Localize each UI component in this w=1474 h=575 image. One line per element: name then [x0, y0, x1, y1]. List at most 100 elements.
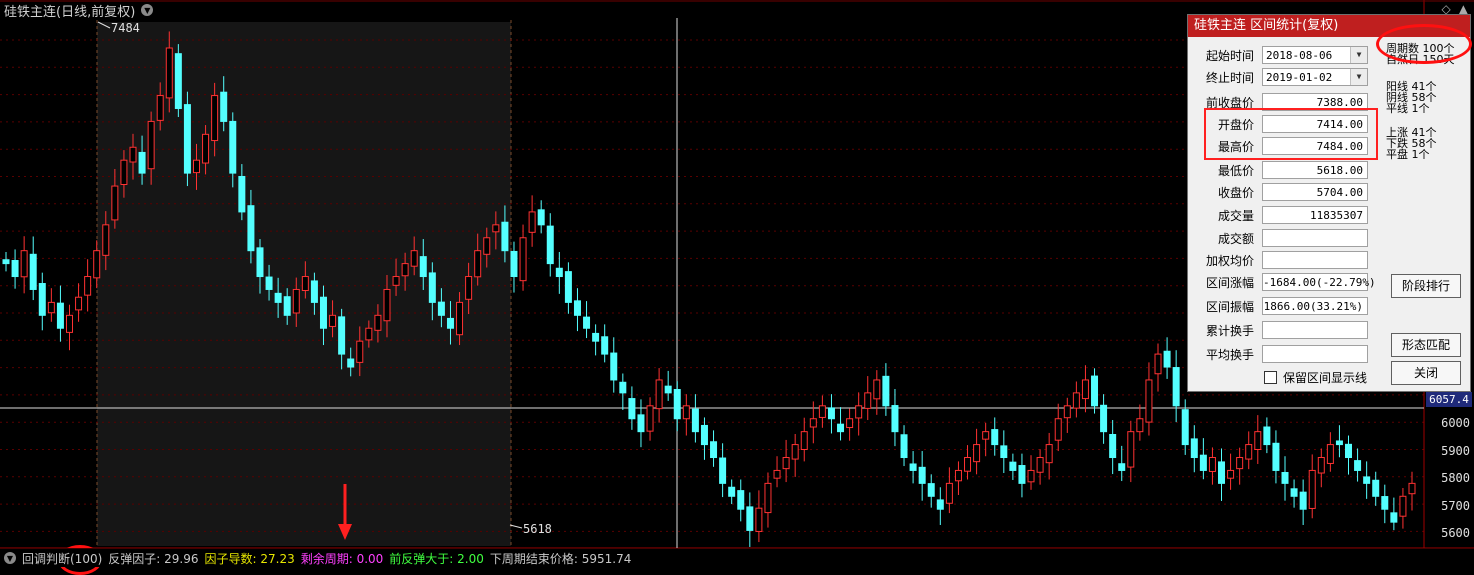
candle-body	[1009, 461, 1017, 471]
high-marker: 7484	[111, 21, 140, 35]
candle-body	[1100, 404, 1108, 433]
candle-body	[555, 267, 563, 278]
candle-body	[1326, 444, 1334, 464]
y-tick-label: 6000	[1441, 416, 1470, 430]
candle-body	[1245, 444, 1253, 460]
y-tick-label: 5800	[1441, 471, 1470, 485]
candle-body	[102, 224, 110, 256]
candle-body	[546, 225, 554, 265]
field-label: 成交额	[1217, 231, 1254, 246]
chart-title-bar: 硅铁主连(日线,前复权) ▼	[0, 0, 154, 20]
chevron-down-icon[interactable]: ▼	[141, 4, 154, 16]
candle-body	[610, 352, 618, 381]
rank-button[interactable]: 阶段排行	[1391, 274, 1461, 298]
candle-body	[664, 385, 672, 394]
candle-body	[129, 146, 137, 163]
field-value-text: 11835307	[1310, 209, 1363, 222]
candle-body	[728, 486, 736, 497]
candle-body	[1272, 442, 1280, 471]
candle-body	[1381, 496, 1389, 510]
candle-body	[2, 259, 10, 265]
candle-body	[936, 499, 944, 510]
factor-derivative: 因子导数: 27.23	[204, 551, 295, 566]
field-value-text: 5704.00	[1316, 186, 1363, 199]
candle-body	[192, 159, 200, 174]
field-row: 起始时间 2018-08-06 ▼	[1188, 45, 1368, 65]
candle-body	[1399, 495, 1407, 517]
stat-flat: 平线 1个	[1386, 102, 1430, 115]
candle-body	[356, 340, 364, 363]
candle-body	[710, 441, 718, 459]
candle-body	[20, 250, 28, 278]
keep-range-checkbox[interactable]	[1264, 371, 1277, 384]
candle-body	[501, 221, 509, 252]
field-value: 1866.00(33.21%)	[1262, 297, 1368, 315]
candle-body	[1045, 444, 1053, 464]
candle-body	[1118, 463, 1126, 471]
candle-body	[274, 292, 282, 303]
candle-body	[945, 482, 953, 504]
candle-body	[310, 280, 318, 303]
candle-body	[301, 276, 309, 291]
candle-body	[1263, 426, 1271, 446]
candle-body	[1354, 460, 1362, 471]
candle-body	[537, 209, 545, 226]
candle-body	[827, 407, 835, 420]
candle-body	[1290, 488, 1298, 497]
candle-body	[573, 300, 581, 316]
keep-range-line-option[interactable]: 保留区间显示线	[1264, 369, 1367, 386]
field-row: 累计换手	[1188, 320, 1368, 340]
candle-body	[1190, 438, 1198, 459]
field-label: 成交量	[1217, 208, 1254, 223]
candle-body	[456, 301, 464, 336]
candle-body	[174, 53, 182, 109]
candle-body	[156, 95, 164, 121]
close-button[interactable]: 关闭	[1391, 361, 1461, 385]
candle-body	[1372, 479, 1380, 497]
candle-body	[909, 463, 917, 471]
candle-body	[483, 237, 491, 255]
candle-body	[183, 104, 191, 174]
candle-body	[65, 314, 73, 333]
field-value: 11835307	[1262, 206, 1368, 224]
field-row: 成交额	[1188, 228, 1368, 248]
dropdown-arrow-icon[interactable]: ▼	[1350, 47, 1367, 63]
field-label: 平均换手	[1205, 347, 1254, 362]
candle-body	[528, 211, 536, 233]
candle-body	[519, 237, 527, 282]
field-value-text: 5618.00	[1316, 164, 1363, 177]
pattern-match-button[interactable]: 形态匹配	[1391, 333, 1461, 357]
candle-body	[791, 444, 799, 460]
candle-body	[583, 316, 591, 329]
candle-body	[1036, 457, 1044, 473]
candle-body	[329, 314, 337, 327]
candle-body	[256, 247, 264, 278]
date-select[interactable]: 2019-01-02 ▼	[1262, 68, 1368, 86]
candle-body	[1390, 512, 1398, 523]
candle-body	[428, 272, 436, 303]
field-row: 成交量 11835307	[1188, 205, 1368, 225]
candle-body	[954, 469, 962, 482]
indicator-name[interactable]: 回调判断(100)	[22, 550, 102, 567]
low-marker: 5618	[523, 522, 552, 536]
candle-body	[855, 405, 863, 419]
field-row: 最低价 5618.00	[1188, 160, 1368, 180]
date-select[interactable]: 2018-08-06 ▼	[1262, 46, 1368, 64]
candle-body	[1054, 418, 1062, 441]
candle-body	[1199, 454, 1207, 471]
highlight-circle	[1376, 24, 1472, 64]
candle-body	[38, 283, 46, 316]
dropdown-arrow-icon[interactable]: ▼	[1350, 69, 1367, 85]
candle-body	[492, 224, 500, 233]
candle-body	[1145, 379, 1153, 423]
field-label: 收盘价	[1217, 185, 1254, 200]
candle-body	[338, 316, 346, 355]
candle-body	[564, 271, 572, 303]
candle-body	[655, 379, 663, 410]
stat-even: 平盘 1个	[1386, 148, 1430, 161]
chevron-down-icon[interactable]: ▼	[4, 552, 16, 564]
candle-body	[646, 405, 654, 432]
candle-body	[202, 133, 210, 164]
candle-body	[138, 151, 146, 174]
candle-body	[419, 256, 427, 278]
